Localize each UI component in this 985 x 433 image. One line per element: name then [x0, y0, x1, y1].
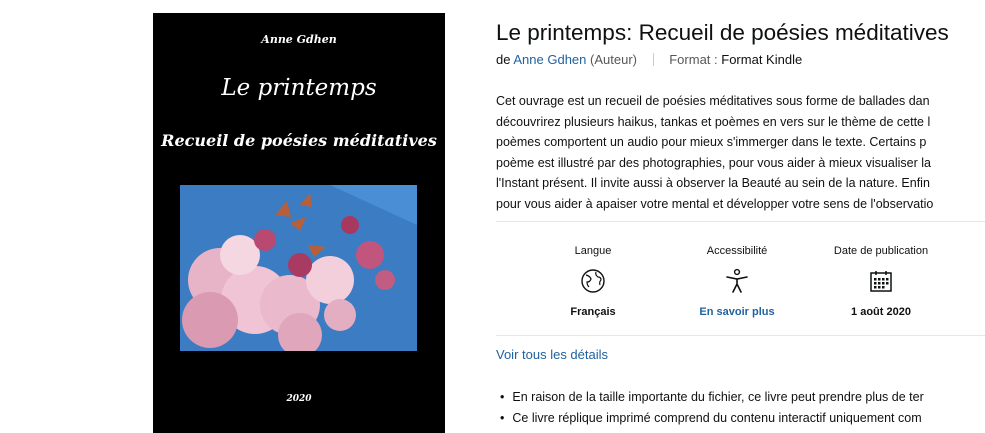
attribute-publication-date: Date de publication 1 août 2020 [833, 236, 929, 319]
accessibility-learn-more-link[interactable]: En savoir plus [689, 306, 785, 318]
attribute-value: Français [570, 306, 616, 318]
author-role: (Auteur) [590, 52, 637, 67]
divider [652, 53, 654, 66]
format-label: Format : [669, 52, 718, 67]
list-item: Ce livre réplique imprimé comprend du co… [500, 411, 985, 425]
globe-icon [545, 266, 641, 296]
by-prefix: de [496, 52, 511, 67]
description-line: l'Instant présent. Il invite aussi à obs… [496, 176, 930, 190]
attribute-value: 1 août 2020 [851, 306, 911, 318]
divider [496, 221, 985, 222]
description-line: poème est illustré par des photographies… [496, 155, 931, 170]
book-description: Cet ouvrage est un recueil de poésies mé… [496, 91, 985, 214]
product-title: Le printemps: Recueil de poésies méditat… [496, 20, 949, 45]
book-cover[interactable]: Anne Gdhen Le printemps Recueil de poési… [153, 13, 445, 433]
description-line: découvrirez plusieurs haikus, tankas et … [496, 114, 931, 129]
attribute-label: Accessibilité [706, 244, 768, 257]
author-link[interactable]: Anne Gdhen [513, 52, 586, 67]
attribute-label: Langue [574, 244, 612, 257]
list-item: En raison de la taille importante du fic… [500, 390, 985, 404]
calendar-icon [833, 266, 929, 296]
see-all-details-link[interactable]: Voir tous les détails [496, 347, 608, 362]
cover-year: 2020 [286, 394, 312, 404]
attribute-language: Langue Français [545, 236, 641, 319]
attribute-accessibility: Accessibilité En savoir plus [689, 236, 785, 319]
byline: de Anne Gdhen (Auteur) Format : Format K… [496, 52, 802, 67]
accessibility-icon [689, 266, 785, 296]
description-line: pour vous aider à apaiser votre mental e… [496, 196, 934, 211]
divider [496, 335, 985, 336]
cover-subtitle: Recueil de poésies méditatives [161, 131, 437, 150]
format-value: Format Kindle [721, 52, 803, 67]
attribute-label: Date de publication [833, 244, 929, 257]
description-line: poèmes comportent un audio pour mieux s'… [496, 135, 927, 149]
cover-title: Le printemps [221, 75, 377, 101]
cover-author: Anne Gdhen [261, 33, 337, 46]
cover-photo [180, 185, 417, 351]
description-line: Cet ouvrage est un recueil de poésies mé… [496, 94, 930, 108]
